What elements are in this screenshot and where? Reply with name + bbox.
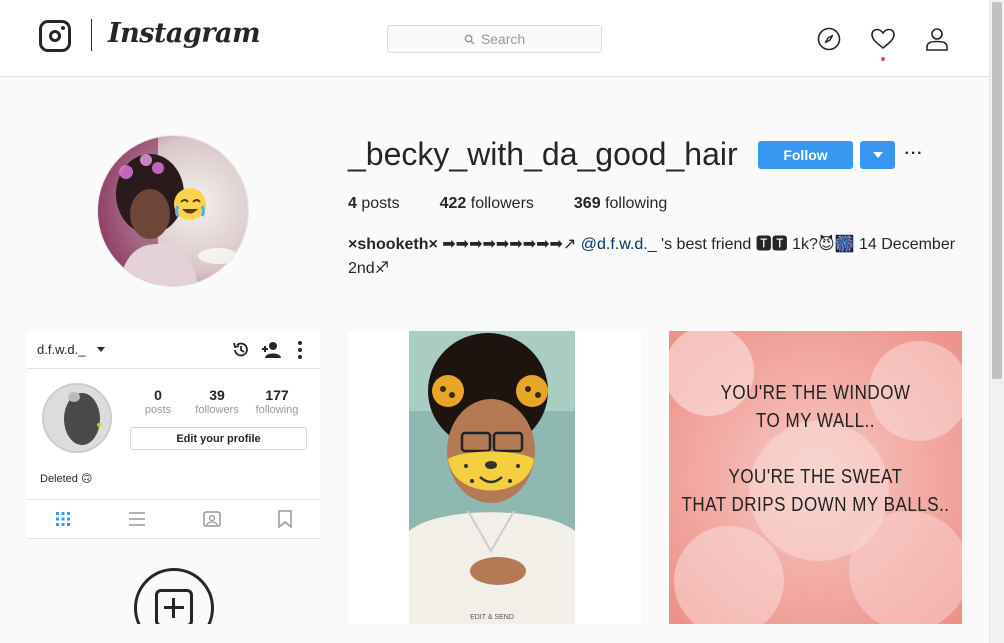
notification-dot xyxy=(881,57,885,61)
list-icon xyxy=(129,512,146,526)
bio-arrows: ➡➡➡➡➡➡➡➡➡↗ xyxy=(437,236,581,253)
explore-compass-icon[interactable] xyxy=(816,26,842,52)
quote-line-2: TO MY WALL.. xyxy=(755,409,876,432)
quote-line-3: YOU'RE THE SWEAT xyxy=(728,465,903,488)
caret-down-icon xyxy=(872,152,883,158)
activity-heart-icon[interactable] xyxy=(870,26,896,52)
profile-username: _becky_with_da_good_hair xyxy=(348,136,738,172)
screenshot-header: d.f.w.d._ xyxy=(27,331,320,369)
posts-stat: 4 posts xyxy=(348,195,400,212)
screenshot-tabs xyxy=(27,499,320,539)
kebab-menu-icon xyxy=(298,341,302,359)
caret-down-icon xyxy=(97,347,105,352)
more-options-button[interactable]: ··· xyxy=(904,144,924,164)
scrollbar-thumb[interactable] xyxy=(992,2,1002,379)
bio-full-name: ×shooketh× xyxy=(348,236,438,253)
following-stat[interactable]: 369 following xyxy=(574,195,667,213)
instagram-wordmark[interactable]: Instagram xyxy=(108,18,261,49)
tagged-icon xyxy=(203,511,221,527)
screenshot-edit-profile-button: Edit your profile xyxy=(130,427,307,450)
profile-avatar[interactable] xyxy=(97,135,249,287)
page-scrollbar[interactable] xyxy=(989,0,1004,643)
profile-bio: ×shooketh× ➡➡➡➡➡➡➡➡➡↗ @d.f.w.d._ 's best… xyxy=(348,233,958,281)
quote-line-4: THAT DRIPS DOWN MY BALLS.. xyxy=(681,493,950,516)
profile-stats: 4 posts 422 followers 369 following xyxy=(348,195,707,213)
photo-overlay-text: EDIT & SEND xyxy=(470,614,514,621)
profile-person-icon[interactable] xyxy=(924,26,950,52)
screenshot-stat-followers: 39 followers xyxy=(195,387,239,416)
logo-divider xyxy=(91,19,92,51)
bio-mention-link[interactable]: @d.f.w.d._ xyxy=(581,236,657,253)
suggestions-dropdown-button[interactable] xyxy=(860,141,895,169)
search-input[interactable]: Search xyxy=(387,25,602,53)
screenshot-stat-following: 177 following xyxy=(255,387,299,416)
post-thumbnail-quote[interactable]: YOU'RE THE WINDOW TO MY WALL.. YOU'RE TH… xyxy=(669,331,962,624)
post-thumbnail-photo[interactable]: EDIT & SEND xyxy=(348,331,641,624)
post-thumbnail-screenshot[interactable]: d.f.w.d._ 0 posts 39 followers 177 followin… xyxy=(27,331,320,624)
followers-stat[interactable]: 422 followers xyxy=(440,195,534,213)
history-icon xyxy=(233,342,248,357)
search-icon xyxy=(464,34,475,45)
bookmark-icon xyxy=(277,510,292,528)
screenshot-username: d.f.w.d._ xyxy=(37,342,86,357)
screenshot-avatar xyxy=(42,383,112,453)
quote-line-1: YOU'RE THE WINDOW xyxy=(720,381,911,404)
screenshot-stat-posts: 0 posts xyxy=(144,387,172,416)
search-placeholder: Search xyxy=(480,31,526,47)
screenshot-bio: Deleted 🙃 xyxy=(40,473,93,485)
grid-icon xyxy=(56,512,71,526)
top-navigation-bar: Instagram Search xyxy=(0,0,989,77)
add-person-icon xyxy=(262,342,281,358)
instagram-glyph-icon[interactable] xyxy=(39,20,71,52)
follow-button[interactable]: Follow xyxy=(758,141,853,169)
